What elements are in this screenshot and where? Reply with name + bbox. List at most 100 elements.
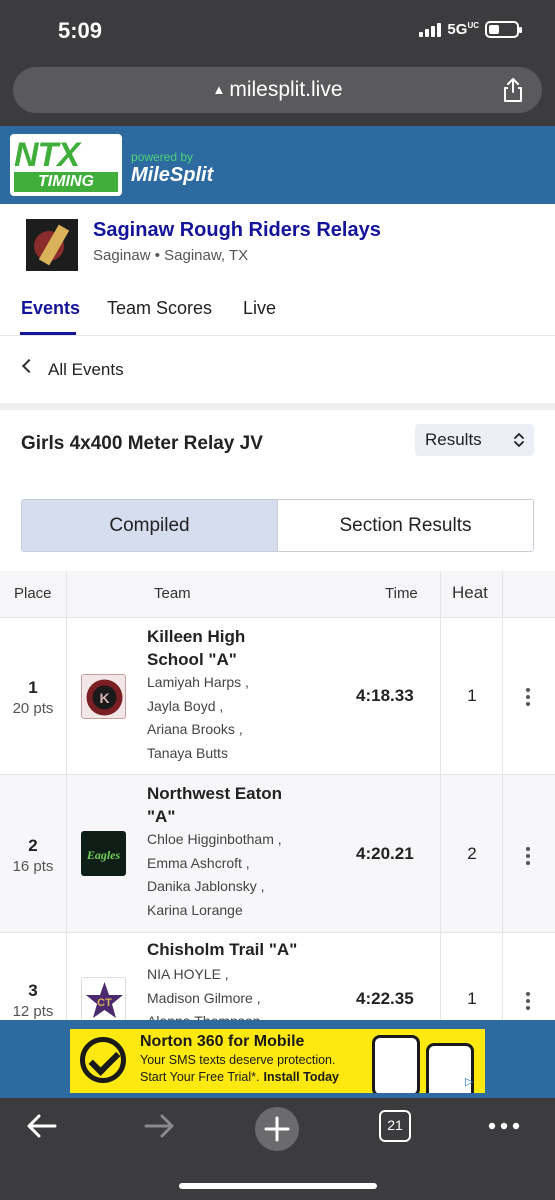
athlete-name: Ariana Brooks , (147, 721, 243, 737)
view-select-value: Results (425, 430, 482, 449)
tab-live[interactable]: Live (243, 298, 276, 319)
milesplit-logo[interactable]: MileSplit (131, 164, 213, 187)
header-time: Time (385, 585, 418, 602)
athlete-name: Tanaya Butts (147, 744, 228, 761)
network-label: 5GUC (447, 21, 479, 38)
section-results-button[interactable]: Section Results (278, 500, 533, 551)
athlete-name: Chloe Higginbotham , (147, 831, 282, 847)
event-title: Girls 4x400 Meter Relay JV (21, 433, 263, 454)
tab-events[interactable]: Events (21, 298, 80, 319)
header-place: Place (14, 585, 52, 602)
team-name[interactable]: Killeen High School "A" (147, 625, 307, 671)
column-divider (502, 571, 503, 1020)
results-table-header: Place Team Time Heat (0, 571, 555, 617)
phone-image (372, 1035, 420, 1093)
view-select[interactable]: Results (415, 424, 534, 456)
athlete-name: Karina Lorange (147, 901, 243, 918)
ntx-timing-logo[interactable]: NTX TIMING (10, 134, 122, 196)
team-logo: K (81, 674, 126, 719)
status-time: 5:09 (58, 18, 103, 43)
points-value: 12 pts (12, 1003, 54, 1020)
athlete-name: Alanna Thompson , (147, 1010, 347, 1020)
meet-location: Saginaw • Saginaw, TX (93, 247, 249, 264)
battery-icon (485, 21, 522, 38)
compiled-button[interactable]: Compiled (22, 500, 278, 551)
norton-check-icon (80, 1037, 126, 1083)
svg-text:K: K (99, 690, 109, 706)
athlete-name: NIA HOYLE , (147, 966, 229, 982)
url-display: ▲ milesplit.live (13, 78, 542, 102)
tab-count: 21 (387, 1117, 403, 1133)
all-events-label: All Events (48, 360, 124, 379)
ad-cta: Install Today (263, 1070, 339, 1084)
heat-value: 1 (467, 686, 477, 705)
more-options-icon[interactable] (526, 847, 530, 868)
forward-arrow-icon[interactable] (142, 1111, 176, 1141)
meet-tabs: Events Team Scores Live (0, 290, 555, 336)
share-icon[interactable] (502, 77, 524, 103)
team-logo: CT (81, 977, 126, 1020)
logo-top-text: NTX (14, 136, 80, 174)
tab-team-scores[interactable]: Team Scores (107, 298, 212, 319)
active-tab-indicator (20, 332, 76, 335)
browser-top-chrome: 5:09 5GUC ▲ milesplit.live (0, 0, 555, 126)
table-row[interactable]: 3 12 pts CT Chisholm Trail "A" NIA HOYLE… (0, 932, 555, 1020)
meet-title[interactable]: Saginaw Rough Riders Relays (93, 219, 381, 242)
url-text: milesplit.live (229, 78, 343, 101)
powered-by-label: powered by (131, 150, 194, 164)
place-value: 3 (28, 981, 38, 1000)
warning-icon: ▲ (212, 82, 226, 97)
more-menu-icon[interactable] (488, 1122, 520, 1130)
team-name[interactable]: Chisholm Trail "A" (147, 938, 307, 961)
table-row[interactable]: 1 20 pts K Killeen High School "A" Lamiya… (0, 617, 555, 774)
all-events-link[interactable]: All Events (0, 337, 555, 403)
athlete-name: Danika Jablonsky , (147, 878, 265, 894)
logo-text: CT (97, 997, 112, 1009)
chevron-left-icon (21, 358, 37, 374)
results-mode-toggle: Compiled Section Results (21, 499, 534, 552)
time-value: 4:22.35 (356, 989, 414, 1008)
athlete-name: Jayla Boyd , (147, 697, 224, 714)
divider (0, 403, 555, 410)
ad-title: Norton 360 for Mobile (140, 1033, 305, 1050)
ad-choices-icon[interactable]: ▷ (465, 1075, 479, 1089)
logo-text: Eagles (86, 848, 121, 862)
table-row[interactable]: 2 16 pts Eagles Northwest Eaton "A" Chloe… (0, 774, 555, 932)
athlete-list: Lamiyah Harps , Jayla Boyd , Ariana Broo… (147, 671, 347, 765)
points-value: 20 pts (12, 700, 54, 717)
logo-bottom-text: TIMING (14, 172, 118, 192)
place-value: 2 (28, 836, 38, 855)
home-indicator[interactable] (179, 1183, 377, 1189)
heat-value: 2 (467, 844, 477, 863)
header-heat: Heat (452, 583, 488, 602)
norton-ad[interactable]: Norton 360 for Mobile Your SMS texts des… (70, 1029, 485, 1093)
signal-icon (419, 22, 442, 37)
more-options-icon[interactable] (526, 688, 530, 709)
team-name[interactable]: Northwest Eaton "A" (147, 782, 307, 828)
athlete-name: Emma Ashcroft , (147, 854, 250, 871)
tab-switcher-icon[interactable]: 21 (379, 1110, 411, 1142)
athlete-list: NIA HOYLE , Madison Gilmore , Alanna Tho… (147, 963, 347, 1020)
athlete-name: Lamiyah Harps , (147, 674, 249, 690)
time-value: 4:18.33 (356, 686, 414, 705)
column-divider (66, 571, 67, 1020)
more-options-icon[interactable] (526, 992, 530, 1013)
header-team: Team (154, 585, 191, 602)
address-bar[interactable]: ▲ milesplit.live (13, 67, 542, 113)
heat-value: 1 (467, 989, 477, 1008)
athlete-name: Madison Gilmore , (147, 989, 261, 1006)
athlete-list: Chloe Higginbotham , Emma Ashcroft , Dan… (147, 828, 347, 922)
place-value: 1 (28, 678, 38, 697)
meet-thumbnail (26, 219, 78, 271)
time-value: 4:20.21 (356, 844, 414, 863)
back-arrow-icon[interactable] (25, 1111, 59, 1141)
ad-line-2: Start Your Free Trial*. Install Today (140, 1070, 339, 1084)
select-arrows-icon (514, 433, 524, 447)
new-tab-icon[interactable] (254, 1106, 300, 1152)
team-logo: Eagles (81, 831, 126, 876)
ad-line-1: Your SMS texts deserve protection. (140, 1053, 336, 1067)
brand-banner: NTX TIMING (0, 126, 555, 204)
column-divider (440, 571, 441, 1020)
points-value: 16 pts (12, 858, 54, 875)
status-indicators: 5GUC (419, 21, 522, 38)
